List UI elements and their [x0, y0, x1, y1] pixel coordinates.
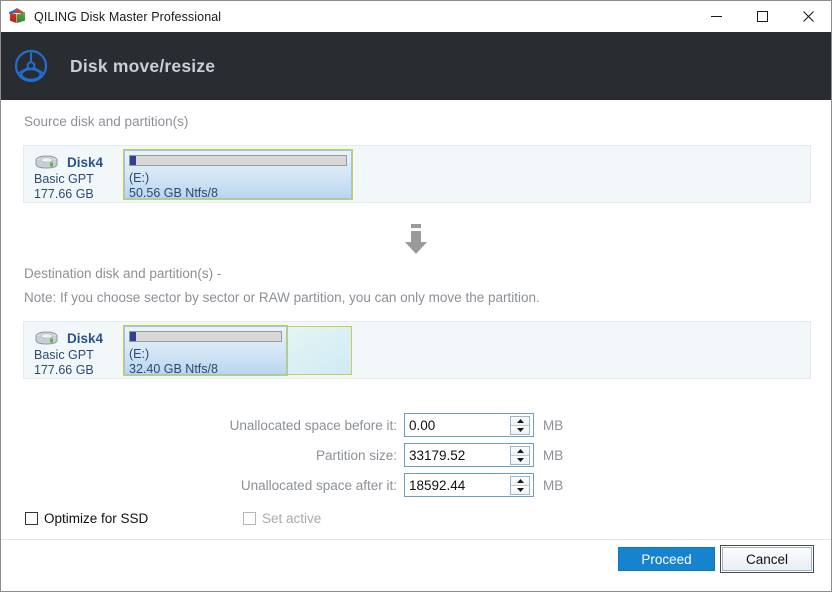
unallocated-after-input[interactable] [409, 477, 501, 493]
close-icon[interactable] [785, 1, 831, 32]
partition-size-label: Partition size: [315, 447, 397, 463]
spin-up-icon[interactable] [511, 447, 529, 456]
destination-note: Note: If you choose sector by sector or … [24, 290, 540, 305]
title-bar: QILING Disk Master Professional [1, 1, 831, 33]
partition-size-stepper[interactable] [404, 443, 534, 467]
minimize-icon[interactable] [693, 1, 739, 32]
spin-down-icon[interactable] [511, 426, 529, 434]
partition-size-unit: MB [543, 447, 564, 463]
destination-disk-name: Disk4 [67, 330, 104, 346]
optimize-ssd-checkbox[interactable] [25, 512, 38, 525]
hard-disk-icon [34, 154, 62, 171]
set-active-label: Set active [262, 511, 322, 526]
unallocated-after-label: Unallocated space after it: [240, 477, 397, 493]
unallocated-before-spin-buttons[interactable] [510, 416, 530, 435]
footer-divider [1, 539, 831, 540]
source-partition-usage-bar [129, 155, 347, 166]
qiling-wheel-logo-icon [11, 46, 51, 86]
source-disk-panel[interactable]: Disk4 Basic GPT 177.66 GB (E:) 50.56 GB … [23, 145, 811, 203]
optimize-ssd-checkbox-row[interactable]: Optimize for SSD [25, 511, 148, 526]
cancel-button[interactable]: Cancel [720, 545, 814, 573]
destination-partition-usage-fill [130, 332, 137, 341]
destination-partition-usage-bar [129, 331, 282, 342]
unallocated-after-stepper[interactable] [404, 473, 534, 497]
maximize-icon[interactable] [739, 1, 785, 32]
destination-partition-block[interactable]: (E:) 32.40 GB Ntfs/8 [123, 325, 288, 376]
destination-disk-type: Basic GPT [34, 348, 94, 362]
source-partition-block[interactable]: (E:) 50.56 GB Ntfs/8 [123, 149, 353, 200]
unallocated-after-unit: MB [543, 477, 564, 493]
partition-size-spin-buttons[interactable] [510, 446, 530, 465]
destination-disk-panel[interactable]: Disk4 Basic GPT 177.66 GB (E:) 32.40 GB … [23, 321, 811, 379]
field-row-partition-size: Partition size: MB [197, 443, 563, 467]
source-disk-type: Basic GPT [34, 172, 94, 186]
destination-section-label: Destination disk and partition(s) - [24, 266, 222, 281]
spin-up-icon[interactable] [511, 417, 529, 426]
page-title: Disk move/resize [70, 55, 216, 76]
proceed-button[interactable]: Proceed [618, 547, 715, 571]
down-arrow-icon [403, 224, 429, 256]
source-disk-name: Disk4 [67, 154, 104, 170]
source-partition-usage-fill [130, 156, 137, 165]
hard-disk-icon [34, 330, 62, 347]
field-row-unallocated-after: Unallocated space after it: MB [197, 473, 563, 497]
source-disk-info: Disk4 Basic GPT 177.66 GB [24, 146, 124, 202]
dialog-content: Source disk and partition(s) Disk4 Basic… [1, 100, 831, 591]
spin-up-icon[interactable] [511, 477, 529, 486]
window-controls [693, 1, 831, 32]
destination-partition-letter: (E:) [129, 347, 150, 361]
source-partition-area: (E:) 50.56 GB Ntfs/8 [123, 146, 810, 202]
destination-partition-area: (E:) 32.40 GB Ntfs/8 [123, 322, 810, 378]
set-active-checkbox [243, 512, 256, 525]
unallocated-after-spin-buttons[interactable] [510, 476, 530, 495]
page-header: Disk move/resize [1, 32, 831, 100]
partition-size-input[interactable] [409, 447, 501, 463]
source-section-label: Source disk and partition(s) [24, 114, 189, 129]
app-window: QILING Disk Master Professional Disk mov… [0, 0, 832, 592]
source-disk-capacity: 177.66 GB [34, 187, 94, 201]
optimize-ssd-label: Optimize for SSD [44, 511, 149, 526]
unallocated-before-label: Unallocated space before it: [229, 417, 397, 433]
source-partition-letter: (E:) [129, 171, 150, 185]
source-partition-size: 50.56 GB Ntfs/8 [129, 186, 218, 199]
cube-icon [9, 8, 26, 25]
spin-down-icon[interactable] [511, 486, 529, 494]
unallocated-before-unit: MB [543, 417, 564, 433]
unallocated-before-input[interactable] [409, 417, 501, 433]
spin-down-icon[interactable] [511, 456, 529, 464]
field-row-unallocated-before: Unallocated space before it: MB [197, 413, 563, 437]
unallocated-before-stepper[interactable] [404, 413, 534, 437]
destination-disk-capacity: 177.66 GB [34, 363, 94, 377]
window-title: QILING Disk Master Professional [34, 9, 222, 24]
destination-disk-info: Disk4 Basic GPT 177.66 GB [24, 322, 124, 378]
set-active-checkbox-row: Set active [243, 511, 321, 526]
destination-partition-size: 32.40 GB Ntfs/8 [129, 362, 218, 375]
